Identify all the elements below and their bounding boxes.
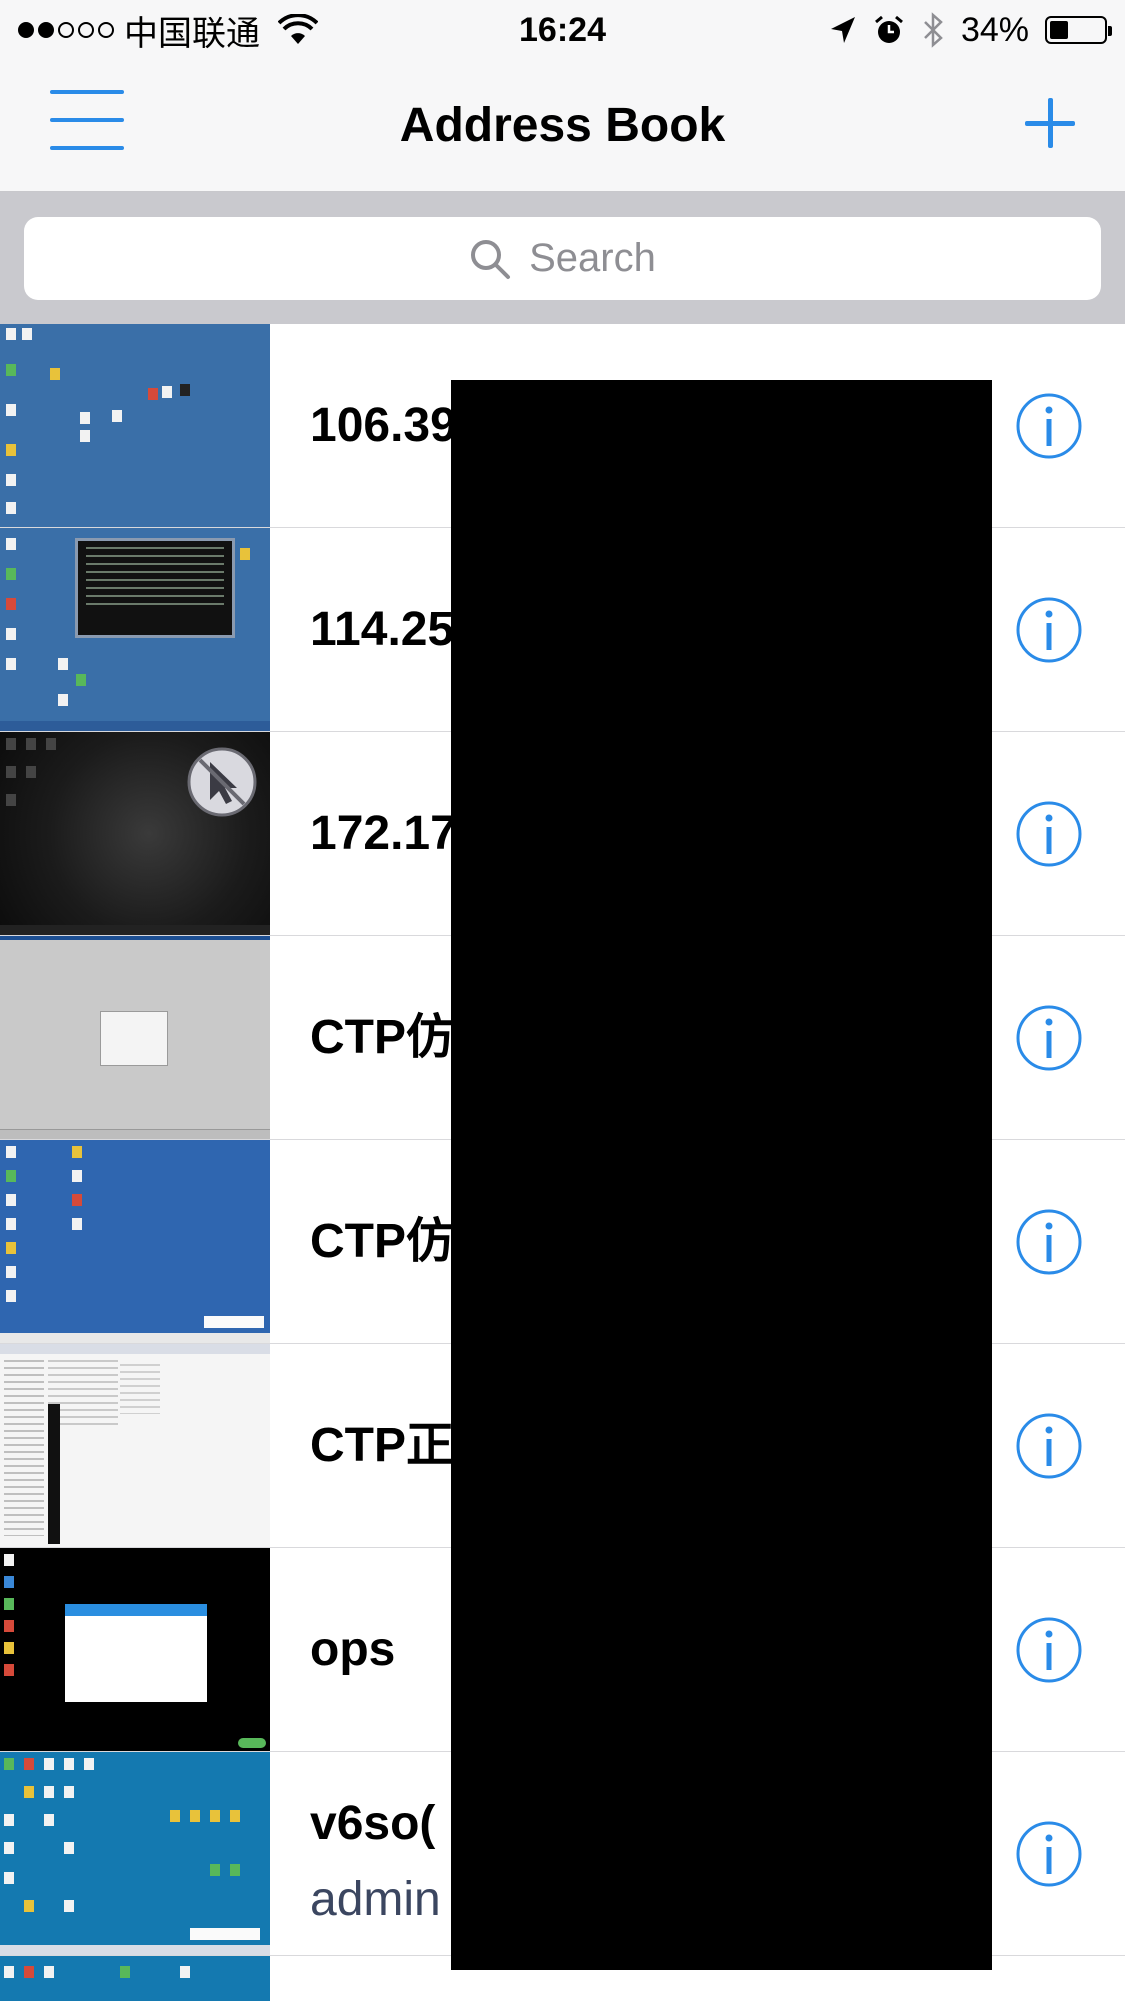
- connection-name: CTP正: [310, 1419, 455, 1472]
- location-arrow-icon: [830, 17, 855, 43]
- connection-name: 114.25: [310, 603, 455, 656]
- hamburger-icon: [50, 90, 124, 94]
- bluetooth-icon: [924, 12, 943, 48]
- status-bar: 中国联通 16:24 34%: [0, 0, 1125, 60]
- page-title: Address Book: [399, 99, 726, 152]
- desktop-thumbnail: [0, 1548, 270, 1751]
- search-icon: [471, 239, 511, 279]
- menu-button[interactable]: [42, 84, 128, 158]
- info-icon[interactable]: [1015, 1820, 1083, 1888]
- info-icon[interactable]: [1015, 800, 1083, 868]
- desktop-thumbnail: [0, 936, 270, 1139]
- connection-username: admin: [310, 1873, 441, 1926]
- connection-name: 106.39: [310, 399, 457, 452]
- desktop-thumbnail: [0, 1956, 270, 2001]
- add-connection-button[interactable]: [1015, 88, 1085, 158]
- connection-name: v6so(: [310, 1797, 436, 1850]
- info-icon[interactable]: [1015, 1616, 1083, 1684]
- alarm-icon: [874, 15, 903, 43]
- battery-icon: [1045, 16, 1112, 44]
- search-bar-container: Search: [0, 192, 1125, 324]
- connection-name: 172.17: [310, 807, 457, 860]
- login-dialog: [100, 1011, 168, 1066]
- wifi-icon: [278, 14, 318, 44]
- info-icon[interactable]: [1015, 392, 1083, 460]
- connection-name: CTP仿: [310, 1215, 455, 1268]
- desktop-thumbnail: [0, 528, 270, 731]
- info-icon[interactable]: [1015, 1004, 1083, 1072]
- navigation-bar: Address Book: [0, 60, 1125, 192]
- search-placeholder: Search: [529, 236, 656, 280]
- no-cursor-icon: [187, 747, 257, 817]
- carrier-name: 中国联通: [124, 14, 260, 53]
- desktop-thumbnail: [0, 324, 270, 527]
- desktop-thumbnail: [0, 1140, 270, 1343]
- connection-name: ops: [310, 1623, 396, 1676]
- battery-level: [1050, 21, 1068, 39]
- app-window: [65, 1604, 207, 1702]
- desktop-thumbnail: [0, 1344, 270, 1547]
- redaction-block: [451, 380, 992, 1970]
- status-left: 中国联通: [18, 8, 318, 53]
- status-right: 34%: [829, 8, 1112, 52]
- info-icon[interactable]: [1015, 1208, 1083, 1276]
- signal-strength-icon: [18, 22, 114, 38]
- search-input[interactable]: Search: [24, 217, 1101, 300]
- info-icon[interactable]: [1015, 1412, 1083, 1480]
- desktop-thumbnail: [0, 732, 270, 935]
- desktop-thumbnail: [0, 1752, 270, 1955]
- battery-percentage: 34%: [960, 10, 1029, 49]
- connection-name: CTP仿: [310, 1011, 455, 1064]
- info-icon[interactable]: [1015, 596, 1083, 664]
